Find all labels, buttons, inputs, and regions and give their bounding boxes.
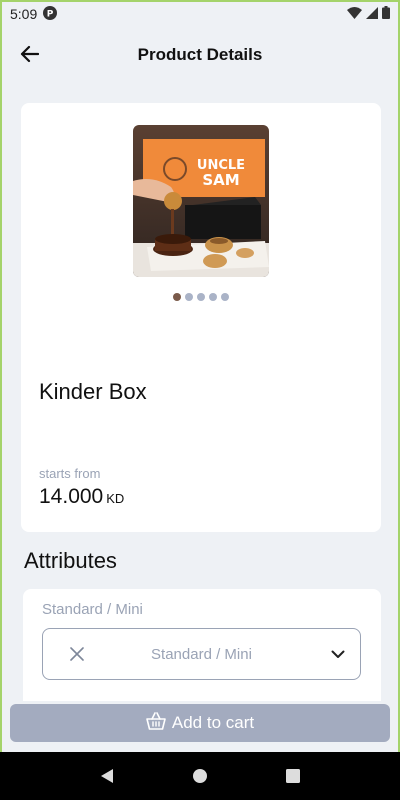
product-name: Kinder Box <box>39 379 147 404</box>
product-price: 14.000 <box>39 485 104 508</box>
add-to-cart-button[interactable]: Add to cart <box>10 704 390 742</box>
system-nav-bar <box>0 752 400 800</box>
product-card: UNCLE SAM Kinder Box starts from 14.000 … <box>21 103 381 532</box>
nav-back-button[interactable] <box>92 761 122 791</box>
carousel-dot[interactable] <box>209 293 217 301</box>
back-button[interactable] <box>16 43 42 69</box>
status-bar: 5:09 P <box>2 2 398 26</box>
attribute-selected-value: Standard / Mini <box>151 645 252 663</box>
nav-recents-button[interactable] <box>278 761 308 791</box>
app-bar: Product Details <box>2 26 398 84</box>
attribute-select[interactable]: Standard / Mini <box>42 628 361 680</box>
carousel-dot[interactable] <box>185 293 193 301</box>
battery-icon <box>382 6 390 22</box>
add-to-cart-label: Add to cart <box>171 713 255 732</box>
attributes-card: Standard / Mini Standard / Mini <box>23 589 381 701</box>
arrow-left-icon <box>19 45 40 68</box>
carousel-dot[interactable] <box>221 293 229 301</box>
signal-icon <box>366 6 378 22</box>
svg-text:SAM: SAM <box>202 171 239 189</box>
close-icon[interactable] <box>67 644 87 664</box>
product-image[interactable]: UNCLE SAM <box>133 125 269 277</box>
page-title: Product Details <box>137 45 263 64</box>
app-screen: 5:09 P Product Details UNCLE SAM Kinder … <box>0 0 400 752</box>
attribute-label: Standard / Mini <box>42 601 143 618</box>
image-carousel-indicator <box>21 293 381 301</box>
app-notification-icon: P <box>43 5 58 23</box>
status-right <box>347 6 390 22</box>
status-time: 5:09 <box>10 6 38 22</box>
carousel-dot[interactable] <box>173 293 181 301</box>
svg-text:P: P <box>47 9 54 19</box>
status-left: 5:09 P <box>10 5 58 23</box>
nav-home-button[interactable] <box>185 761 215 791</box>
wifi-icon <box>347 6 362 22</box>
attributes-heading: Attributes <box>24 548 117 573</box>
price-prefix: starts from <box>39 466 101 481</box>
basket-icon <box>146 711 166 735</box>
carousel-dot[interactable] <box>197 293 205 301</box>
price-currency: KD <box>106 491 125 506</box>
price-row: 14.000 KD <box>39 485 124 509</box>
chevron-down-icon[interactable] <box>328 644 348 664</box>
